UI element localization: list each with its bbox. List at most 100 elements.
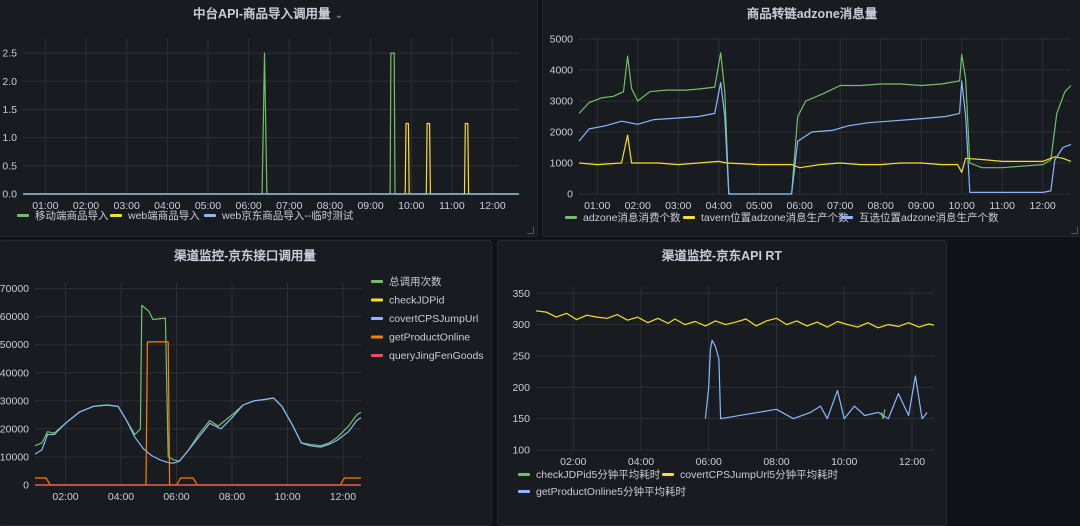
chart-jd-api-rt: 100 150 200 250 300 350 02:00 04:00 06:00 08:00 10…	[512, 287, 935, 498]
legend-label: covertCPSJumpUrl	[389, 313, 478, 325]
legend-item[interactable]: getProductOnline5分钟平均耗时	[518, 485, 686, 498]
legend-label: adzone消息消费个数	[583, 211, 681, 224]
x-tick-label: 11:00	[989, 200, 1015, 212]
y-tick-label: 100	[512, 445, 530, 457]
panel-jd-api-rt: 渠道监控-京东API RT 100 150 200 250 300 350 02:00 04:…	[497, 240, 947, 526]
y-tick-label: 20000	[0, 423, 29, 435]
series-line-1	[578, 134, 1072, 173]
x-tick-label: 05:00	[746, 200, 772, 212]
legend-swatch	[204, 214, 216, 217]
legend-label: getProductOnline	[389, 332, 470, 344]
x-tick-label: 04:00	[706, 200, 732, 212]
panel-adzone-messages: 商品转链adzone消息量 0 1000 2000 3000 4000 5000 01:00…	[542, 0, 1080, 237]
legend-swatch	[683, 216, 695, 219]
x-tick-label: 07:00	[827, 200, 853, 212]
x-tick-label: 10:00	[949, 200, 975, 212]
series-line-1	[23, 122, 519, 195]
y-tick-label: 5000	[550, 34, 574, 46]
y-tick-label: 40000	[0, 367, 29, 379]
legend-label: web端商品导入	[127, 209, 200, 222]
chart-adzone-messages: 0 1000 2000 3000 4000 5000 01:00 02:00 03:00 04:0…	[550, 34, 1072, 224]
x-tick-label: 04:00	[108, 491, 134, 503]
x-tick-label: 08:00	[763, 456, 789, 468]
legend-item[interactable]: 互选位置adzone消息生产个数	[841, 211, 999, 224]
legend-item[interactable]: 移动端商品导入	[17, 209, 109, 222]
y-tick-label: 0	[567, 189, 573, 201]
y-tick-label: 60000	[0, 311, 29, 323]
legend-swatch	[371, 354, 383, 357]
y-tick-label: 0	[23, 480, 29, 492]
x-tick-label: 10:00	[274, 491, 300, 503]
x-tick-label: 03:00	[665, 200, 691, 212]
legend-swatch	[371, 335, 383, 339]
resize-handle[interactable]	[1071, 227, 1078, 234]
legend-item[interactable]: 总调用次数	[371, 275, 442, 288]
legend-item[interactable]: adzone消息消费个数	[565, 211, 681, 224]
chart-api-import-calls: 0.00.51.01.52.02.501:00 02:00 03:00 04:00 05…	[2, 39, 519, 222]
legend-label: tavern位置adzone消息生产个数	[701, 211, 849, 224]
legend-item[interactable]: checkJDPid	[371, 295, 445, 307]
chart-jd-interface-calls: 0 10000 20000 30000 40000 50000 60000 70000 02:0…	[0, 275, 484, 503]
y-tick-label: 1000	[550, 158, 574, 170]
legend-label: web京东商品导入--临时测试	[221, 209, 354, 222]
x-tick-label: 02:00	[560, 456, 586, 468]
y-tick-label: 350	[512, 288, 530, 300]
x-tick-label: 12:00	[479, 200, 505, 212]
series-line-2	[578, 80, 1072, 195]
panel-jd-interface-calls: 渠道监控-京东接口调用量 0 10000 20000 30000 40000 50000 6…	[0, 240, 492, 526]
resize-handle[interactable]	[527, 227, 534, 234]
legend-swatch	[17, 214, 29, 217]
legend-swatch	[841, 216, 853, 219]
x-tick-label: 10:00	[398, 200, 424, 212]
legend-swatch	[110, 214, 122, 217]
legend-item[interactable]: checkJDPid5分钟平均耗时	[518, 468, 661, 481]
series-line-3	[35, 341, 361, 486]
y-tick-label: 0.5	[2, 160, 17, 172]
y-tick-label: 10000	[0, 451, 29, 463]
legend-item[interactable]: getProductOnline	[371, 332, 470, 344]
y-tick-label: 1.5	[2, 104, 17, 116]
y-tick-label: 300	[512, 319, 530, 331]
x-tick-label: 02:00	[625, 200, 651, 212]
x-tick-label: 11:00	[439, 200, 465, 212]
x-tick-label: 08:00	[868, 200, 894, 212]
legend-label: covertCPSJumpUrl5分钟平均耗时	[680, 468, 839, 481]
panel-api-import-calls: 中台API-商品导入调用量 ⌄ 0.0 0.5 1.0 1.5 2.0 2.5 01:00 02…	[0, 0, 538, 237]
legend-label: getProductOnline5分钟平均耗时	[536, 485, 686, 498]
legend-swatch	[518, 490, 530, 493]
x-tick-label: 04:00	[628, 456, 654, 468]
y-tick-label: 150	[512, 413, 530, 425]
legend-item[interactable]: web京东商品导入--临时测试	[204, 209, 354, 222]
y-tick-label: 2000	[550, 127, 574, 139]
legend-swatch	[371, 280, 383, 283]
y-tick-label: 2.0	[2, 76, 17, 88]
legend-swatch	[518, 473, 530, 476]
legend-label: checkJDPid	[389, 295, 445, 307]
y-tick-label: 250	[512, 350, 530, 362]
y-tick-label: 0.0	[2, 189, 17, 201]
x-tick-label: 12:00	[1030, 200, 1056, 212]
legend-item[interactable]: tavern位置adzone消息生产个数	[683, 211, 849, 224]
legend-item[interactable]: covertCPSJumpUrl	[371, 313, 478, 325]
x-tick-label: 12:00	[899, 456, 925, 468]
y-tick-label: 200	[512, 382, 530, 394]
x-tick-label: 08:00	[219, 491, 245, 503]
y-tick-label: 4000	[550, 65, 574, 77]
legend-swatch	[371, 317, 383, 320]
y-tick-label: 3000	[550, 96, 574, 108]
legend-label: 总调用次数	[389, 275, 442, 288]
series-line-0	[578, 52, 1072, 195]
legend-label: 互选位置adzone消息生产个数	[859, 211, 999, 224]
x-tick-label: 06:00	[696, 456, 722, 468]
legend-label: 移动端商品导入	[35, 209, 109, 222]
legend-item[interactable]: queryJingFenGoods	[371, 350, 484, 362]
legend-swatch	[662, 473, 674, 476]
series-line-2	[704, 339, 928, 420]
series-line-0	[23, 52, 519, 195]
legend-swatch	[565, 216, 577, 219]
series-line-0	[880, 409, 886, 420]
legend-item[interactable]: covertCPSJumpUrl5分钟平均耗时	[662, 468, 839, 481]
x-tick-label: 09:00	[357, 200, 383, 212]
series-line-2	[34, 397, 362, 464]
legend-label: checkJDPid5分钟平均耗时	[536, 468, 661, 481]
